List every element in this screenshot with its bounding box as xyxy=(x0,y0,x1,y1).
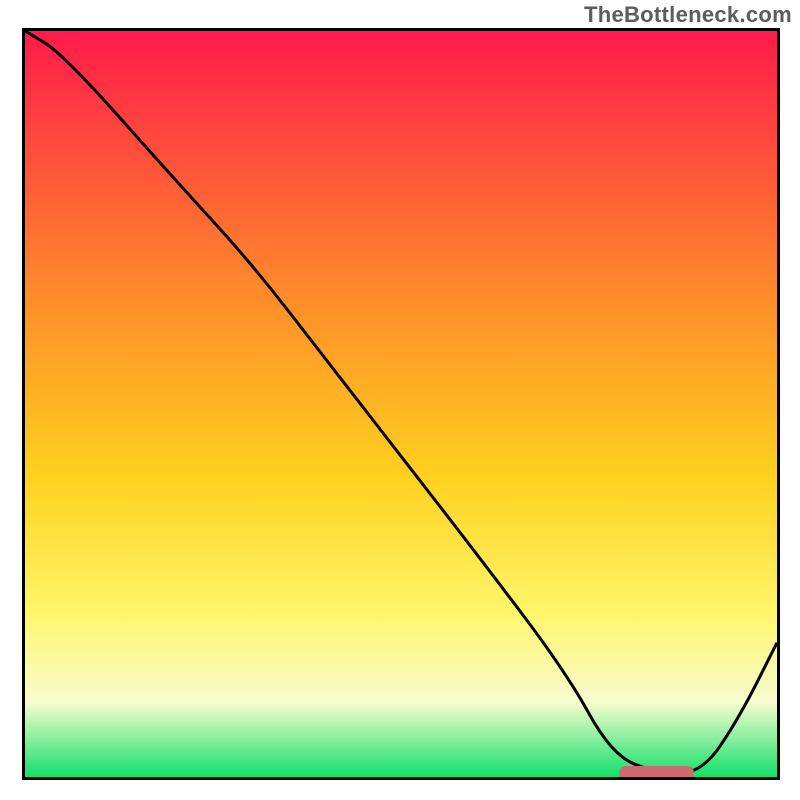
curve-layer xyxy=(25,31,777,777)
plot-area xyxy=(22,28,780,780)
chart-stage: TheBottleneck.com xyxy=(0,0,800,800)
optimal-range-marker xyxy=(619,766,694,780)
watermark-text: TheBottleneck.com xyxy=(584,2,792,28)
bottleneck-curve xyxy=(25,31,777,773)
